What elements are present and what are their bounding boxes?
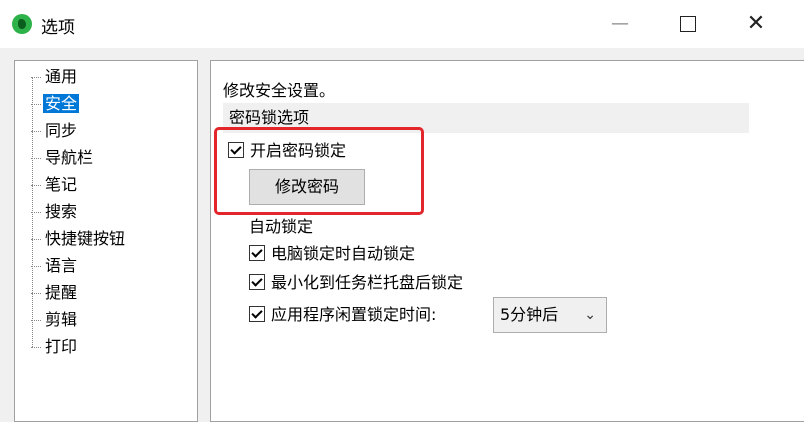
security-settings-panel: 修改安全设置。 密码锁选项 开启密码锁定 修改密码 自动锁定 电脑锁定时自动锁定…	[210, 60, 804, 422]
sidebar-item-language[interactable]: 语言	[31, 254, 79, 278]
maximize-icon	[680, 16, 696, 32]
lock-on-minimize-checkbox[interactable]: 最小化到任务栏托盘后锁定	[249, 272, 463, 294]
panel-heading: 修改安全设置。	[223, 81, 336, 100]
sidebar-item-shortcuts[interactable]: 快捷键按钮	[31, 227, 127, 251]
checkbox-checked-icon	[228, 142, 244, 158]
enable-password-lock-checkbox[interactable]: 开启密码锁定	[228, 140, 346, 162]
checkbox-checked-icon	[249, 274, 265, 290]
title-bar: 选项 — ✕	[0, 0, 804, 48]
idle-time-value: 5分钟后	[500, 305, 559, 324]
checkbox-checked-icon	[249, 306, 265, 322]
sidebar-item-navigation-bar[interactable]: 导航栏	[31, 146, 95, 170]
lock-on-computer-lock-checkbox[interactable]: 电脑锁定时自动锁定	[249, 243, 415, 265]
window-title: 选项	[41, 18, 75, 38]
close-button[interactable]: ✕	[722, 0, 790, 48]
sidebar-item-print[interactable]: 打印	[31, 335, 79, 359]
options-category-tree[interactable]: 通用 安全 同步 导航栏 笔记 搜索 快捷键按钮 语言 提醒 剪辑 打印	[14, 60, 198, 422]
change-password-button[interactable]: 修改密码	[249, 169, 365, 205]
minimize-button[interactable]: —	[586, 0, 654, 48]
lock-on-idle-checkbox[interactable]: 应用程序闲置锁定时间:	[249, 304, 436, 326]
auto-lock-label: 自动锁定	[249, 217, 314, 236]
chevron-down-icon: ⌄	[584, 307, 596, 323]
checkbox-checked-icon	[249, 245, 265, 261]
sidebar-item-search[interactable]: 搜索	[31, 200, 79, 224]
lock-on-minimize-label: 最小化到任务栏托盘后锁定	[271, 273, 464, 292]
maximize-button[interactable]	[654, 0, 722, 48]
sidebar-item-notes[interactable]: 笔记	[31, 173, 79, 197]
lock-on-idle-label: 应用程序闲置锁定时间:	[271, 305, 437, 324]
sidebar-item-general[interactable]: 通用	[31, 65, 79, 89]
lock-on-computer-lock-label: 电脑锁定时自动锁定	[271, 244, 416, 263]
sidebar-item-security[interactable]: 安全	[31, 92, 80, 116]
enable-password-lock-label: 开启密码锁定	[250, 141, 347, 160]
sidebar-item-clip[interactable]: 剪辑	[31, 308, 79, 332]
idle-time-select[interactable]: 5分钟后 ⌄	[493, 297, 607, 333]
evernote-app-icon	[12, 14, 32, 34]
sidebar-item-sync[interactable]: 同步	[31, 119, 79, 143]
sidebar-item-reminders[interactable]: 提醒	[31, 281, 79, 305]
